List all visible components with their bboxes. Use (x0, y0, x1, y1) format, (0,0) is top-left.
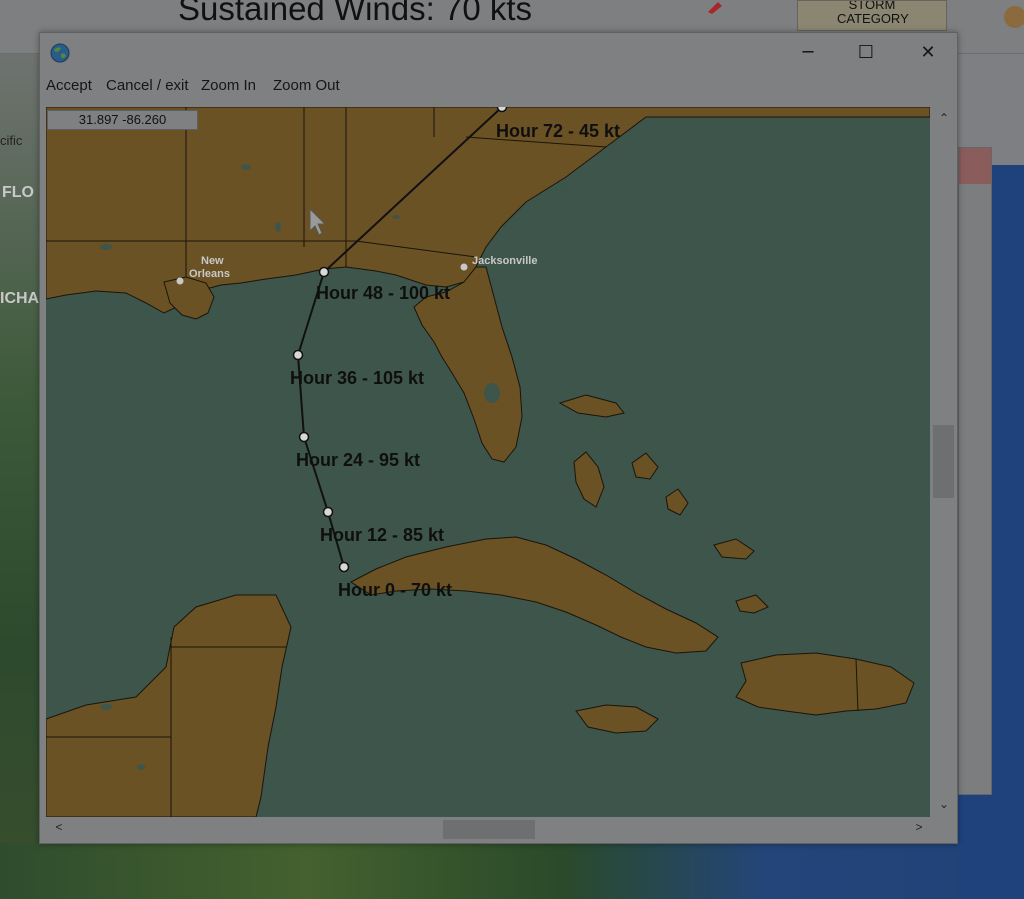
red-arrow-icon (708, 2, 722, 14)
horizontal-scrollbar[interactable]: < > (46, 817, 930, 841)
track-point-hour-72[interactable] (496, 107, 508, 113)
track-label-hour-72: Hour 72 - 45 kt (496, 121, 620, 141)
track-editor-window: ─ ☐ ✕ Accept Cancel / exit Zoom In Zoom … (39, 32, 958, 844)
andros-island (573, 451, 605, 508)
land-layer (46, 107, 930, 817)
scroll-up-arrow-icon[interactable]: ⌃ (931, 111, 957, 129)
background-map-bottom (0, 843, 1024, 899)
menu-zoom-in[interactable]: Zoom In (201, 77, 256, 94)
background-panel-header (959, 148, 991, 184)
vertical-scroll-thumb[interactable] (933, 425, 954, 498)
horizontal-scroll-thumb[interactable] (443, 820, 535, 839)
storm-category-label: STORM CATEGORY (837, 0, 909, 26)
map-svg: Hour 0 - 70 kt Hour 12 - 85 kt Hour 24 - 9… (46, 107, 930, 817)
mississippi-delta (163, 276, 215, 320)
menu-accept[interactable]: Accept (46, 77, 92, 94)
background-label: ICHA (0, 290, 40, 307)
close-button[interactable]: ✕ (905, 37, 951, 69)
storm-category-box[interactable]: STORM CATEGORY (797, 0, 947, 31)
minimize-button[interactable]: ─ (785, 37, 831, 69)
track-label-hour-12: Hour 12 - 85 kt (320, 525, 444, 545)
scroll-right-arrow-icon[interactable]: > (910, 820, 928, 838)
globe-icon (50, 43, 70, 63)
scroll-down-arrow-icon[interactable]: ⌄ (931, 797, 957, 815)
menu-zoom-out[interactable]: Zoom Out (273, 77, 340, 94)
bahamas-cay (631, 452, 659, 480)
yucatan-peninsula (46, 594, 292, 817)
city-marker-jacksonville (460, 263, 468, 271)
background-label: cific (0, 133, 23, 148)
maximize-button[interactable]: ☐ (843, 37, 889, 69)
bahamas-cay (558, 394, 625, 418)
track-point-hour-0[interactable] (338, 561, 350, 573)
sustained-winds-title: Sustained Winds: 70 kts (178, 0, 533, 27)
bahamas-cay (735, 594, 769, 614)
track-label-hour-0: Hour 0 - 70 kt (338, 580, 452, 600)
vertical-scrollbar[interactable]: ⌃ ⌄ (931, 107, 957, 817)
track-point-hour-36[interactable] (292, 349, 304, 361)
bahamas-cay (713, 538, 755, 560)
hispaniola (735, 652, 915, 716)
city-label-new-orleans-line2: Orleans (189, 268, 230, 280)
track-point-hour-12[interactable] (322, 506, 334, 518)
background-side-panel (958, 147, 992, 795)
map-canvas[interactable]: Hour 0 - 70 kt Hour 12 - 85 kt Hour 24 - 9… (46, 107, 930, 817)
track-label-hour-48: Hour 48 - 100 kt (316, 283, 450, 303)
title-bar[interactable]: ─ ☐ ✕ (40, 33, 957, 73)
city-label-jacksonville: Jacksonville (472, 255, 537, 267)
coordinate-readout: 31.897 -86.260 (47, 110, 198, 130)
bahamas-cay (665, 488, 689, 516)
track-point-hour-48[interactable] (318, 266, 330, 278)
menu-bar: Accept Cancel / exit Zoom In Zoom Out (40, 75, 957, 99)
city-label-new-orleans-line1: New (201, 255, 224, 267)
background-label: FLO (2, 184, 34, 201)
jamaica (575, 704, 659, 734)
city-marker-new-orleans (176, 277, 184, 285)
menu-cancel-exit[interactable]: Cancel / exit (106, 77, 189, 94)
track-point-hour-24[interactable] (298, 431, 310, 443)
badge-icon (1004, 6, 1024, 28)
track-label-hour-24: Hour 24 - 95 kt (296, 450, 420, 470)
scroll-left-arrow-icon[interactable]: < (50, 820, 68, 838)
background-map-strip (0, 54, 40, 899)
track-label-hour-36: Hour 36 - 105 kt (290, 368, 424, 388)
